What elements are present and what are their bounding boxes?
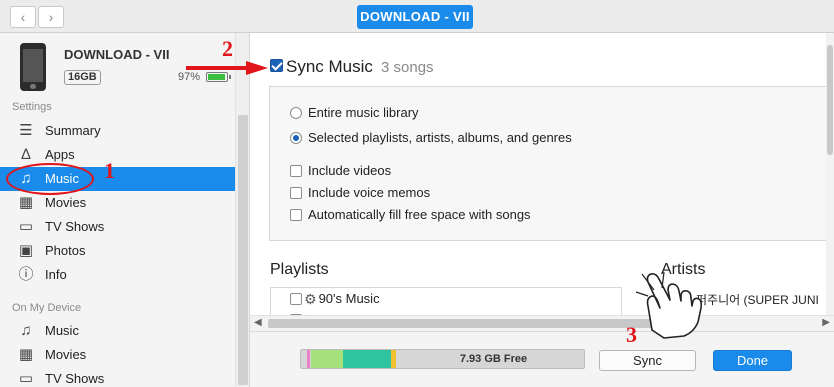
apps-icon: ∆ bbox=[21, 146, 31, 163]
sidebar-item-photos[interactable]: ▣ Photos bbox=[0, 239, 236, 263]
main-scroll-thumb[interactable] bbox=[827, 45, 833, 155]
film-icon: ▦ bbox=[18, 346, 34, 363]
music-note-icon: ♫ bbox=[20, 322, 32, 339]
playlists-header: Playlists bbox=[270, 261, 329, 278]
song-count: 3 songs bbox=[381, 59, 434, 76]
sidebar-item-label: Summary bbox=[45, 123, 101, 138]
forward-button[interactable]: › bbox=[38, 6, 64, 28]
back-button[interactable]: ‹ bbox=[10, 6, 36, 28]
sidebar-item-label: Movies bbox=[45, 347, 87, 362]
playlist-checkbox[interactable] bbox=[290, 293, 302, 305]
device-name: DOWNLOAD - VII bbox=[64, 47, 170, 62]
include-voice-memos-option[interactable]: Include voice memos bbox=[290, 185, 430, 200]
artist-item[interactable]: 퍼주니어 (SUPER JUNI bbox=[696, 291, 819, 308]
sync-music-label: Sync Music bbox=[286, 57, 373, 76]
storage-bar: 7.93 GB Free bbox=[300, 349, 585, 369]
selected-playlists-label: Selected playlists, artists, albums, and… bbox=[308, 130, 572, 145]
gear-icon: ⚙ bbox=[304, 291, 317, 307]
capacity-badge: 16GB bbox=[64, 70, 101, 85]
device-phone-icon bbox=[20, 43, 46, 91]
hand-pointer-icon bbox=[635, 271, 703, 339]
entire-library-label: Entire music library bbox=[308, 105, 419, 120]
info-icon: ⓘ bbox=[18, 266, 34, 283]
include-voice-memos-label: Include voice memos bbox=[308, 185, 431, 200]
main-scrollbar[interactable] bbox=[826, 33, 834, 323]
camera-icon: ▣ bbox=[18, 242, 34, 259]
sidebar-item-movies[interactable]: ▦ Movies bbox=[0, 191, 236, 215]
sidebar-item-tv-shows[interactable]: ▭ TV Shows bbox=[0, 215, 236, 239]
tv-icon: ▭ bbox=[18, 370, 34, 387]
include-voice-memos-checkbox[interactable] bbox=[290, 187, 302, 199]
toolbar: ‹ › DOWNLOAD - VII bbox=[0, 0, 834, 33]
auto-fill-checkbox[interactable] bbox=[290, 209, 302, 221]
step-1-number: 1 bbox=[104, 158, 115, 183]
free-space-label: 7.93 GB Free bbox=[459, 353, 528, 365]
sidebar-item-label: Apps bbox=[45, 147, 75, 162]
device-item-tv-shows[interactable]: ▭ TV Shows bbox=[0, 367, 236, 387]
sidebar-item-label: Photos bbox=[45, 243, 86, 258]
scroll-left-icon[interactable]: ◀ bbox=[254, 317, 262, 328]
sidebar-item-label: Info bbox=[45, 267, 67, 282]
list-icon: ☰ bbox=[19, 122, 33, 139]
sidebar-item-summary[interactable]: ☰ Summary bbox=[0, 119, 236, 143]
settings-header: Settings bbox=[12, 101, 52, 113]
sync-button[interactable]: Sync bbox=[599, 350, 696, 371]
entire-library-option[interactable]: Entire music library bbox=[290, 105, 419, 120]
auto-fill-option[interactable]: Automatically fill free space with songs bbox=[290, 207, 531, 222]
sidebar-scroll-thumb[interactable] bbox=[238, 115, 248, 385]
playlist-label: 90's Music bbox=[318, 291, 380, 306]
entire-library-radio[interactable] bbox=[290, 107, 302, 119]
include-videos-option[interactable]: Include videos bbox=[290, 163, 391, 178]
scroll-right-icon[interactable]: ▶ bbox=[822, 317, 830, 328]
done-button[interactable]: Done bbox=[713, 350, 792, 371]
sync-music-checkbox[interactable] bbox=[270, 59, 283, 73]
horizontal-scrollbar[interactable]: ◀ ▶ bbox=[250, 315, 834, 331]
sync-options-panel: Entire music library Selected playlists,… bbox=[269, 86, 831, 241]
sidebar: DOWNLOAD - VII 16GB 97% Settings ☰ Summa… bbox=[0, 33, 250, 387]
arrow-icon bbox=[186, 61, 268, 75]
sidebar-item-info[interactable]: ⓘ Info bbox=[0, 263, 236, 287]
music-highlight-circle bbox=[6, 163, 94, 195]
playlist-item[interactable]: ⚙ 90's Music bbox=[290, 291, 380, 308]
on-my-device-header: On My Device bbox=[12, 302, 82, 314]
include-videos-checkbox[interactable] bbox=[290, 165, 302, 177]
include-videos-label: Include videos bbox=[308, 163, 392, 178]
main-panel: Quantrimang Sync Music 3 songs Entire mu… bbox=[250, 33, 834, 387]
device-item-music[interactable]: ♫ Music bbox=[0, 319, 236, 343]
device-item-movies[interactable]: ▦ Movies bbox=[0, 343, 236, 367]
sidebar-item-label: Music bbox=[45, 323, 79, 338]
chevron-right-icon: › bbox=[48, 9, 54, 25]
step-2-number: 2 bbox=[222, 36, 233, 61]
horizontal-scroll-thumb[interactable] bbox=[268, 319, 658, 328]
auto-fill-label: Automatically fill free space with songs bbox=[308, 207, 531, 222]
tv-icon: ▭ bbox=[18, 218, 34, 235]
sidebar-item-label: Movies bbox=[45, 195, 87, 210]
sidebar-item-label: TV Shows bbox=[45, 371, 105, 386]
sidebar-item-label: TV Shows bbox=[45, 219, 105, 234]
selected-playlists-radio[interactable] bbox=[290, 132, 302, 144]
device-button[interactable]: DOWNLOAD - VII bbox=[357, 5, 473, 29]
footer-bar: 7.93 GB Free Sync Done bbox=[250, 331, 834, 387]
chevron-left-icon: ‹ bbox=[20, 9, 26, 25]
selected-playlists-option[interactable]: Selected playlists, artists, albums, and… bbox=[290, 130, 572, 145]
film-icon: ▦ bbox=[18, 194, 34, 211]
sidebar-scrollbar[interactable] bbox=[235, 33, 249, 387]
